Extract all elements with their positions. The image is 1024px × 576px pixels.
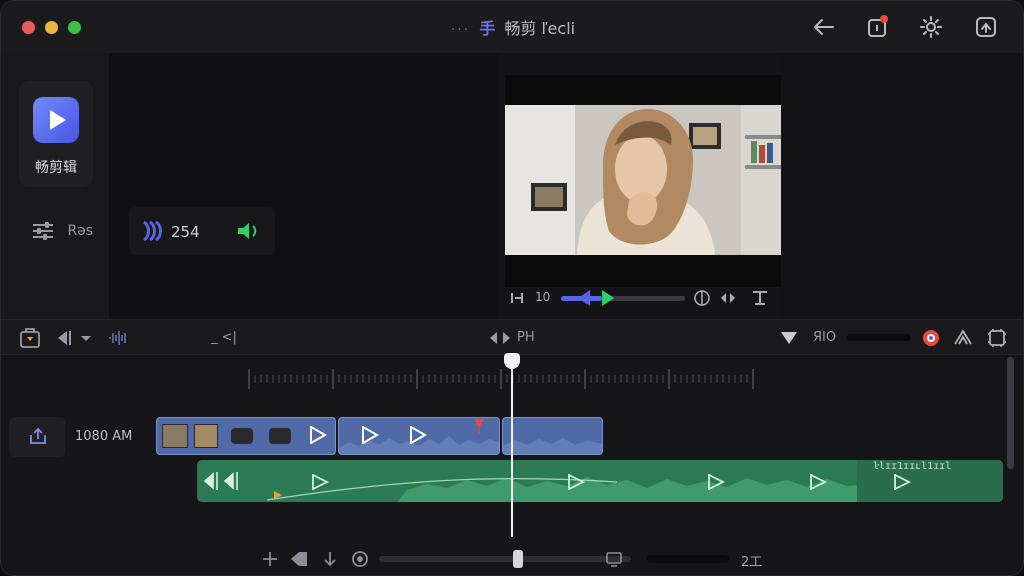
marker-down-icon[interactable] [779, 330, 799, 346]
bottom-bar: 2工 [1, 541, 1023, 575]
clip-chip [269, 428, 291, 444]
sidebar-item-settings[interactable]: Rəs [31, 221, 93, 241]
notification-icon[interactable] [865, 14, 891, 40]
transition-icon[interactable] [309, 472, 331, 492]
timeline-scrollbar[interactable] [1007, 357, 1014, 469]
preview-time: 10 [535, 290, 551, 304]
transition-icon[interactable] [407, 424, 429, 446]
preview-playbar: 10 [505, 287, 781, 309]
transition-icon[interactable] [891, 472, 913, 492]
media-panel: 254 [109, 53, 499, 319]
title-text: 畅剪 ľecli [504, 19, 576, 38]
arrow-down-icon[interactable] [321, 550, 339, 568]
video-clip[interactable] [338, 417, 500, 455]
video-clip[interactable] [156, 417, 336, 455]
upload-icon [30, 427, 46, 444]
tag-icon[interactable] [289, 550, 309, 568]
app-logo [33, 97, 79, 143]
waveform-icon[interactable] [107, 328, 129, 348]
monitor-icon[interactable] [605, 550, 623, 568]
marker-pin-icon[interactable] [473, 418, 485, 434]
preview-frame [505, 105, 781, 255]
zoom-slider[interactable] [847, 334, 911, 341]
toolbar-right-label: ЯIO [813, 330, 837, 345]
transition-icon[interactable] [307, 424, 329, 446]
app-window: ··· 手 畅剪 ľecli 畅剪辑 Rəs 254 10 _ <| PH ЯI… [0, 0, 1024, 576]
step-back-icon[interactable] [509, 291, 525, 305]
timeline-toolbar: _ <| PH ЯIO [1, 319, 1023, 355]
sidebar: 畅剪辑 Rəs [1, 53, 109, 319]
volume-icon[interactable] [235, 219, 265, 243]
title-mark: 手 [479, 19, 496, 38]
ruler-ticks [248, 369, 754, 389]
playhead-handle[interactable] [504, 353, 520, 369]
transition-icon[interactable] [705, 472, 727, 492]
title-bar: ··· 手 畅剪 ľecli [1, 1, 1023, 53]
clip-chip [231, 428, 253, 444]
undo-dropdown-icon[interactable] [55, 328, 95, 348]
expand-horizontal-icon[interactable] [489, 331, 511, 345]
color-wheel-icon[interactable] [921, 328, 941, 348]
fullscreen-icon[interactable] [987, 328, 1007, 348]
track-lock-button[interactable] [9, 417, 65, 457]
export-icon[interactable] [973, 14, 999, 40]
inspector-panel [781, 53, 1023, 319]
clip-thumbnail [194, 424, 218, 448]
speed-icon[interactable] [351, 550, 369, 568]
clip-waveform [503, 438, 602, 454]
keyframe-icon[interactable] [273, 490, 283, 500]
zoom-slider-handle[interactable] [513, 550, 523, 568]
crosshair-icon[interactable] [261, 550, 279, 568]
rewind-handle-icon[interactable] [578, 290, 591, 306]
snap-icon[interactable] [953, 328, 973, 348]
time-ruler[interactable] [245, 367, 765, 391]
sidebar-item-label: Rəs [67, 223, 94, 239]
clip-thumbnail [162, 424, 188, 448]
play-icon [50, 110, 66, 130]
gear-icon[interactable] [918, 14, 944, 40]
media-box-icon[interactable] [19, 327, 41, 349]
title-dots: ··· [450, 22, 471, 38]
app-card[interactable]: 畅剪辑 [19, 81, 93, 187]
text-tool-icon[interactable] [751, 290, 769, 306]
transition-icon[interactable] [565, 472, 587, 492]
trim-icon[interactable] [719, 290, 737, 306]
wave-icon [143, 220, 162, 242]
back-arrow-icon[interactable] [811, 14, 837, 40]
video-clip[interactable] [502, 417, 603, 455]
preview-image [505, 105, 781, 255]
app-name: 畅剪辑 [35, 160, 77, 176]
split-icon[interactable] [693, 290, 711, 306]
audio-clip[interactable]: ŀlɪɪ1ɪɪʟl1ɪɪl [197, 460, 1003, 502]
zoom-level-label: 2工 [741, 555, 763, 570]
playhead[interactable] [511, 355, 513, 537]
transition-icon[interactable] [359, 424, 381, 446]
timeline-zoom-slider[interactable] [379, 556, 631, 562]
volume-slider[interactable] [647, 555, 729, 563]
audio-label: ŀlɪɪ1ɪɪʟl1ɪɪl [873, 461, 952, 472]
sliders-icon [33, 222, 53, 240]
audio-fade-icon[interactable] [203, 470, 249, 492]
toolbar-center-label: PH [517, 330, 535, 345]
video-preview[interactable] [505, 75, 781, 287]
toolbar-left-text: _ <| [211, 330, 237, 345]
stat-value: 254 [171, 223, 200, 241]
transition-icon[interactable] [807, 472, 829, 492]
preview-scrubber[interactable] [561, 288, 685, 308]
track-label: 1080 AM [75, 429, 133, 444]
play-handle-icon[interactable] [602, 290, 615, 306]
